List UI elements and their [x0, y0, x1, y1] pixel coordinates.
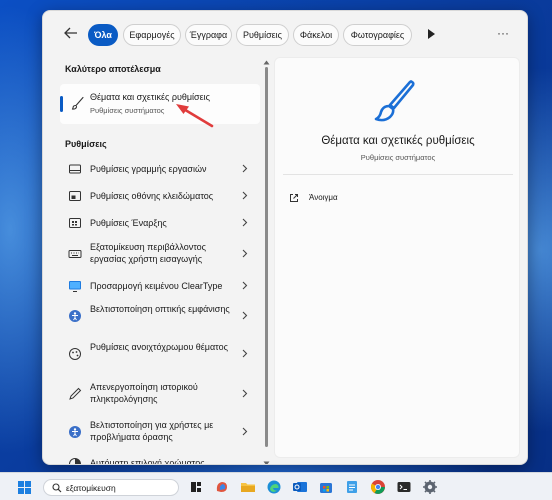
results-list: Καλύτερο αποτέλεσμα Θέματα και σχετικές …: [43, 57, 271, 465]
detail-pane: Θέματα και σχετικές ρυθμίσεις Ρυθμίσεις …: [274, 57, 520, 458]
taskbar-icon: [68, 162, 82, 176]
list-item-label: Αυτόματη επιλογή χρώματος: [90, 458, 205, 465]
best-match-heading: Καλύτερο αποτέλεσμα: [65, 64, 161, 74]
list-item-label: Βελτιστοποίηση για χρήστες με προβλήματα…: [90, 420, 214, 442]
scrollbar[interactable]: [265, 67, 268, 457]
play-icon[interactable]: [426, 28, 438, 42]
list-item[interactable]: Ρυθμίσεις γραμμής εργασιών: [60, 154, 260, 184]
color-icon: [68, 457, 82, 464]
chevron-right-icon: [242, 164, 250, 174]
best-match-subtitle: Ρυθμίσεις συστήματος: [90, 106, 165, 115]
list-item-label: Ρυθμίσεις Έναρξης: [90, 218, 167, 228]
task-view-icon[interactable]: [188, 479, 204, 495]
chevron-right-icon: [242, 427, 250, 437]
chevron-right-icon: [242, 281, 250, 291]
list-item-label: Απενεργοποίηση ιστορικού πληκτρολόγησης: [90, 382, 198, 404]
start-icon[interactable]: [18, 481, 31, 494]
tab-apps[interactable]: Εφαρμογές: [123, 24, 181, 46]
chevron-right-icon: [242, 191, 250, 201]
divider: [283, 174, 513, 175]
list-item-label: Ρυθμίσεις γραμμής εργασιών: [90, 164, 207, 174]
paintbrush-icon: [370, 76, 420, 126]
notepad-icon[interactable]: [344, 479, 360, 495]
taskbar: [0, 472, 552, 500]
keyboard-icon: [68, 247, 82, 261]
taskbar-search-box[interactable]: [43, 479, 179, 496]
detail-subtitle: Ρυθμίσεις συστήματος: [360, 153, 436, 162]
pen-icon: [68, 387, 82, 401]
search-input[interactable]: [66, 481, 174, 495]
list-item[interactable]: Αυτόματη επιλογή χρώματος: [60, 453, 260, 465]
search-panel: Όλα Εφαρμογές Έγγραφα Ρυθμίσεις Φάκελοι …: [42, 10, 528, 465]
lock-screen-icon: [68, 189, 82, 203]
more-icon[interactable]: ···: [495, 25, 511, 41]
tab-documents[interactable]: Έγγραφα: [185, 24, 232, 46]
store-icon[interactable]: [318, 479, 334, 495]
filter-bar: Όλα Εφαρμογές Έγγραφα Ρυθμίσεις Φάκελοι …: [43, 11, 527, 57]
list-item[interactable]: Ρυθμίσεις Έναρξης: [60, 208, 260, 238]
list-item-label: Προσαρμογή κειμένου ClearType: [90, 281, 223, 291]
chrome-icon[interactable]: [370, 479, 386, 495]
settings-heading: Ρυθμίσεις: [65, 139, 107, 149]
list-item-label: Βελτιστοποίηση οπτικής εμφάνισης: [90, 304, 230, 314]
list-item[interactable]: Ρυθμίσεις οθόνης κλειδώματος: [60, 181, 260, 211]
monitor-icon: [68, 279, 82, 293]
chevron-right-icon: [242, 389, 250, 399]
list-item[interactable]: Προσαρμογή κειμένου ClearType: [60, 271, 260, 301]
list-item[interactable]: Ρυθμίσεις ανοιχτόχρωμου θέματος: [60, 337, 260, 371]
settings-icon[interactable]: [422, 479, 438, 495]
start-menu-icon: [68, 216, 82, 230]
chevron-right-icon: [242, 218, 250, 228]
accessibility-icon: [68, 309, 82, 323]
list-item-label: Εξατομίκευση περιβάλλοντος εργασίας χρήσ…: [90, 242, 206, 264]
terminal-icon[interactable]: [396, 479, 412, 495]
tab-photos[interactable]: Φωτογραφίες: [343, 24, 412, 46]
theme-icon: [68, 347, 82, 361]
scrollbar-thumb[interactable]: [265, 67, 268, 447]
edge-icon[interactable]: [266, 479, 282, 495]
chevron-right-icon: [242, 249, 250, 259]
list-item[interactable]: Απενεργοποίηση ιστορικού πληκτρολόγησης: [60, 377, 260, 411]
chevron-right-icon: [242, 311, 250, 321]
open-external-icon: [289, 193, 299, 203]
search-icon: [52, 483, 62, 493]
back-arrow-icon[interactable]: [63, 25, 79, 41]
best-match-item[interactable]: Θέματα και σχετικές ρυθμίσεις Ρυθμίσεις …: [60, 84, 260, 124]
chevron-right-icon: [242, 349, 250, 359]
list-item[interactable]: Βελτιστοποίηση οπτικής εμφάνισης: [60, 299, 260, 333]
tab-all[interactable]: Όλα: [88, 24, 118, 46]
list-item[interactable]: Βελτιστοποίηση για χρήστες με προβλήματα…: [60, 415, 260, 449]
tab-folders[interactable]: Φάκελοι: [293, 24, 339, 46]
paintbrush-icon: [71, 96, 85, 110]
open-button[interactable]: Άνοιγμα: [289, 193, 389, 207]
list-item-label: Ρυθμίσεις οθόνης κλειδώματος: [90, 191, 214, 201]
scroll-up-arrow-icon[interactable]: [263, 57, 270, 65]
file-explorer-icon[interactable]: [240, 479, 256, 495]
copilot-icon[interactable]: [214, 479, 230, 495]
outlook-icon[interactable]: [292, 479, 308, 495]
accessibility-icon: [68, 425, 82, 439]
selection-accent: [60, 96, 63, 112]
scroll-down-arrow-icon[interactable]: [263, 458, 270, 464]
open-label: Άνοιγμα: [309, 193, 338, 202]
tab-settings[interactable]: Ρυθμίσεις: [236, 24, 289, 46]
detail-title: Θέματα και σχετικές ρυθμίσεις: [321, 135, 475, 147]
best-match-title: Θέματα και σχετικές ρυθμίσεις: [90, 92, 210, 102]
list-item-label: Ρυθμίσεις ανοιχτόχρωμου θέματος: [90, 342, 228, 352]
list-item[interactable]: Εξατομίκευση περιβάλλοντος εργασίας χρήσ…: [60, 237, 260, 271]
